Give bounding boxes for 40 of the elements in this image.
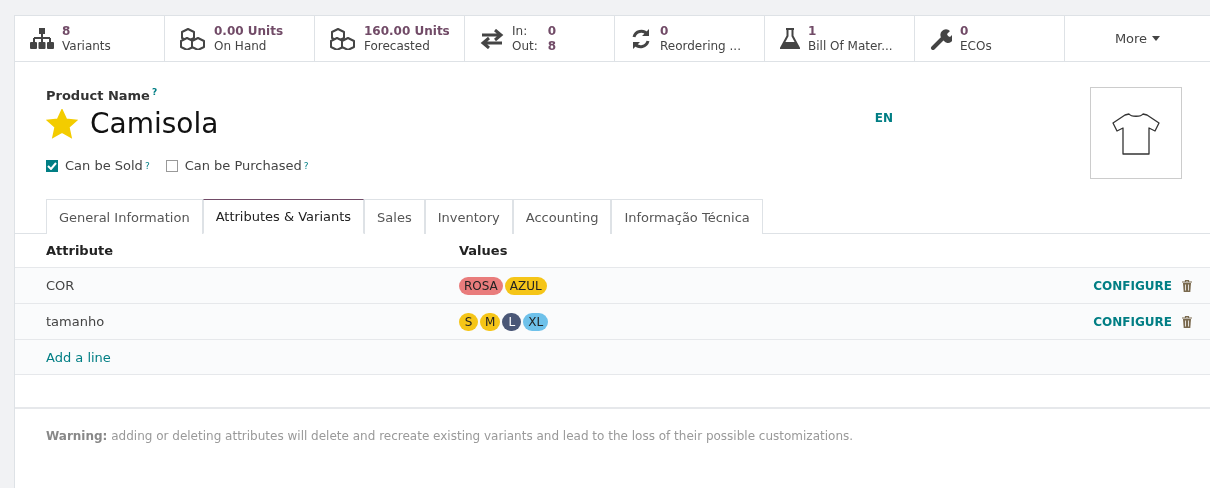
table-cell-text: tamanho bbox=[46, 314, 106, 329]
configure-button[interactable]: CONFIGURE bbox=[1091, 312, 1174, 331]
warning-text: Warning: adding or deleting attributes will delete and recreate existing variants and lead to the loss of their possible customizations. bbox=[45, 428, 855, 445]
help-tooltip[interactable]: ? bbox=[303, 160, 309, 171]
help-tooltip[interactable]: ? bbox=[144, 160, 150, 171]
product-image[interactable] bbox=[1090, 87, 1182, 179]
value-tag: M bbox=[480, 312, 501, 331]
configure-button[interactable]: CONFIGURE bbox=[1091, 276, 1174, 295]
tab[interactable]: General Information bbox=[46, 199, 203, 234]
checkbox[interactable] bbox=[46, 159, 58, 172]
wrench-icon bbox=[930, 27, 952, 50]
column-header: Values bbox=[459, 243, 509, 258]
checkbox-label: Can be Purchased bbox=[184, 158, 302, 174]
star-icon[interactable] bbox=[46, 108, 78, 139]
tab[interactable]: Attributes & Variants bbox=[202, 199, 365, 234]
value-tag: AZUL bbox=[504, 276, 547, 295]
flask-icon bbox=[780, 27, 800, 50]
value-tag: S bbox=[459, 312, 478, 331]
column-header: Attribute bbox=[46, 243, 114, 258]
trash-icon[interactable] bbox=[1182, 279, 1192, 292]
product-name-field[interactable]: Camisola bbox=[90, 107, 219, 141]
field-label: Product Name bbox=[46, 88, 150, 104]
add-line-link[interactable]: Add a line bbox=[46, 349, 111, 365]
tab[interactable]: Inventory bbox=[424, 199, 513, 234]
value-tag: L bbox=[502, 312, 522, 331]
language-button[interactable]: EN bbox=[874, 111, 893, 125]
exchange-icon bbox=[480, 28, 504, 49]
checkbox-label: Can be Sold bbox=[65, 158, 143, 174]
trash-icon[interactable] bbox=[1182, 315, 1192, 328]
refresh-icon bbox=[630, 27, 652, 50]
caret-icon bbox=[1152, 36, 1161, 41]
checkbox[interactable] bbox=[165, 159, 178, 172]
tab[interactable]: Accounting bbox=[512, 199, 612, 234]
hierarchy-icon bbox=[30, 27, 54, 50]
help-tooltip[interactable]: ? bbox=[151, 87, 158, 97]
value-tag: XL bbox=[523, 312, 549, 331]
tab[interactable]: Sales bbox=[364, 199, 425, 234]
tab[interactable]: Informação Técnica bbox=[611, 199, 763, 234]
table-cell-text: COR bbox=[46, 278, 76, 293]
value-tag: ROSA bbox=[459, 276, 503, 295]
